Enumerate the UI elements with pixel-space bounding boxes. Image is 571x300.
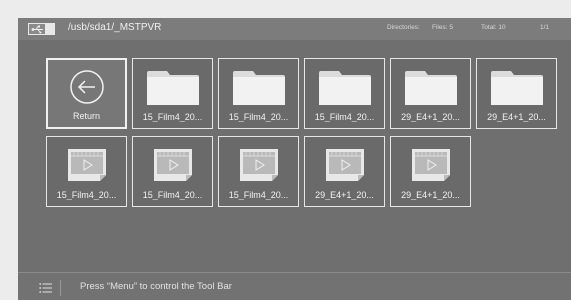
tile-label: 15_Film4_20... bbox=[228, 112, 289, 122]
tile-label: 15_Film4_20... bbox=[228, 190, 289, 200]
tile-label: 15_Film4_20... bbox=[142, 112, 203, 122]
video-file-icon bbox=[411, 149, 450, 186]
tile-label: 29_E4+1_20... bbox=[487, 112, 546, 122]
current-path: /usb/sda1/_MSTPVR bbox=[68, 22, 162, 33]
tile-label: 15_Film4_20... bbox=[56, 190, 117, 200]
tile-label: Return bbox=[72, 111, 100, 121]
menu-list-icon[interactable] bbox=[30, 280, 61, 296]
folder-tile[interactable]: 29_E4+1_20... bbox=[476, 58, 557, 129]
top-bar: /usb/sda1/_MSTPVR Directories: Files: 5 … bbox=[18, 18, 571, 40]
folder-tile[interactable]: 15_Film4_20... bbox=[218, 58, 299, 129]
page-indicator: 1/1 bbox=[540, 24, 550, 31]
directories-count: Directories: bbox=[387, 24, 420, 31]
back-arrow-icon bbox=[69, 69, 105, 110]
total-count: Total: 10 bbox=[481, 24, 506, 31]
folder-icon bbox=[318, 71, 371, 110]
video-file-tile[interactable]: 29_E4+1_20... bbox=[304, 136, 385, 207]
folder-tile[interactable]: 15_Film4_20... bbox=[304, 58, 385, 129]
folder-icon bbox=[232, 71, 285, 110]
media-browser-screen: /usb/sda1/_MSTPVR Directories: Files: 5 … bbox=[18, 18, 571, 300]
video-file-tile[interactable]: 29_E4+1_20... bbox=[390, 136, 471, 207]
tile-label: 29_E4+1_20... bbox=[401, 190, 460, 200]
usb-drive-icon bbox=[28, 23, 55, 35]
folder-icon bbox=[404, 71, 457, 110]
return-tile[interactable]: Return bbox=[46, 58, 127, 129]
tile-label: 15_Film4_20... bbox=[314, 112, 375, 122]
toolbar-hint: Press “Menu” to control the Tool Bar bbox=[80, 281, 232, 292]
folder-tile[interactable]: 29_E4+1_20... bbox=[390, 58, 471, 129]
video-file-icon bbox=[239, 149, 278, 186]
video-file-tile[interactable]: 15_Film4_20... bbox=[218, 136, 299, 207]
folder-tile[interactable]: 15_Film4_20... bbox=[132, 58, 213, 129]
video-file-icon bbox=[325, 149, 364, 186]
folder-icon bbox=[146, 71, 199, 110]
video-file-icon bbox=[67, 149, 106, 186]
tile-label: 29_E4+1_20... bbox=[315, 190, 374, 200]
folder-icon bbox=[490, 71, 543, 110]
tile-label: 15_Film4_20... bbox=[142, 190, 203, 200]
video-file-icon bbox=[153, 149, 192, 186]
bottom-bar: Press “Menu” to control the Tool Bar bbox=[18, 272, 571, 300]
video-file-tile[interactable]: 15_Film4_20... bbox=[132, 136, 213, 207]
files-count: Files: 5 bbox=[432, 24, 453, 31]
video-file-tile[interactable]: 15_Film4_20... bbox=[46, 136, 127, 207]
tile-label: 29_E4+1_20... bbox=[401, 112, 460, 122]
